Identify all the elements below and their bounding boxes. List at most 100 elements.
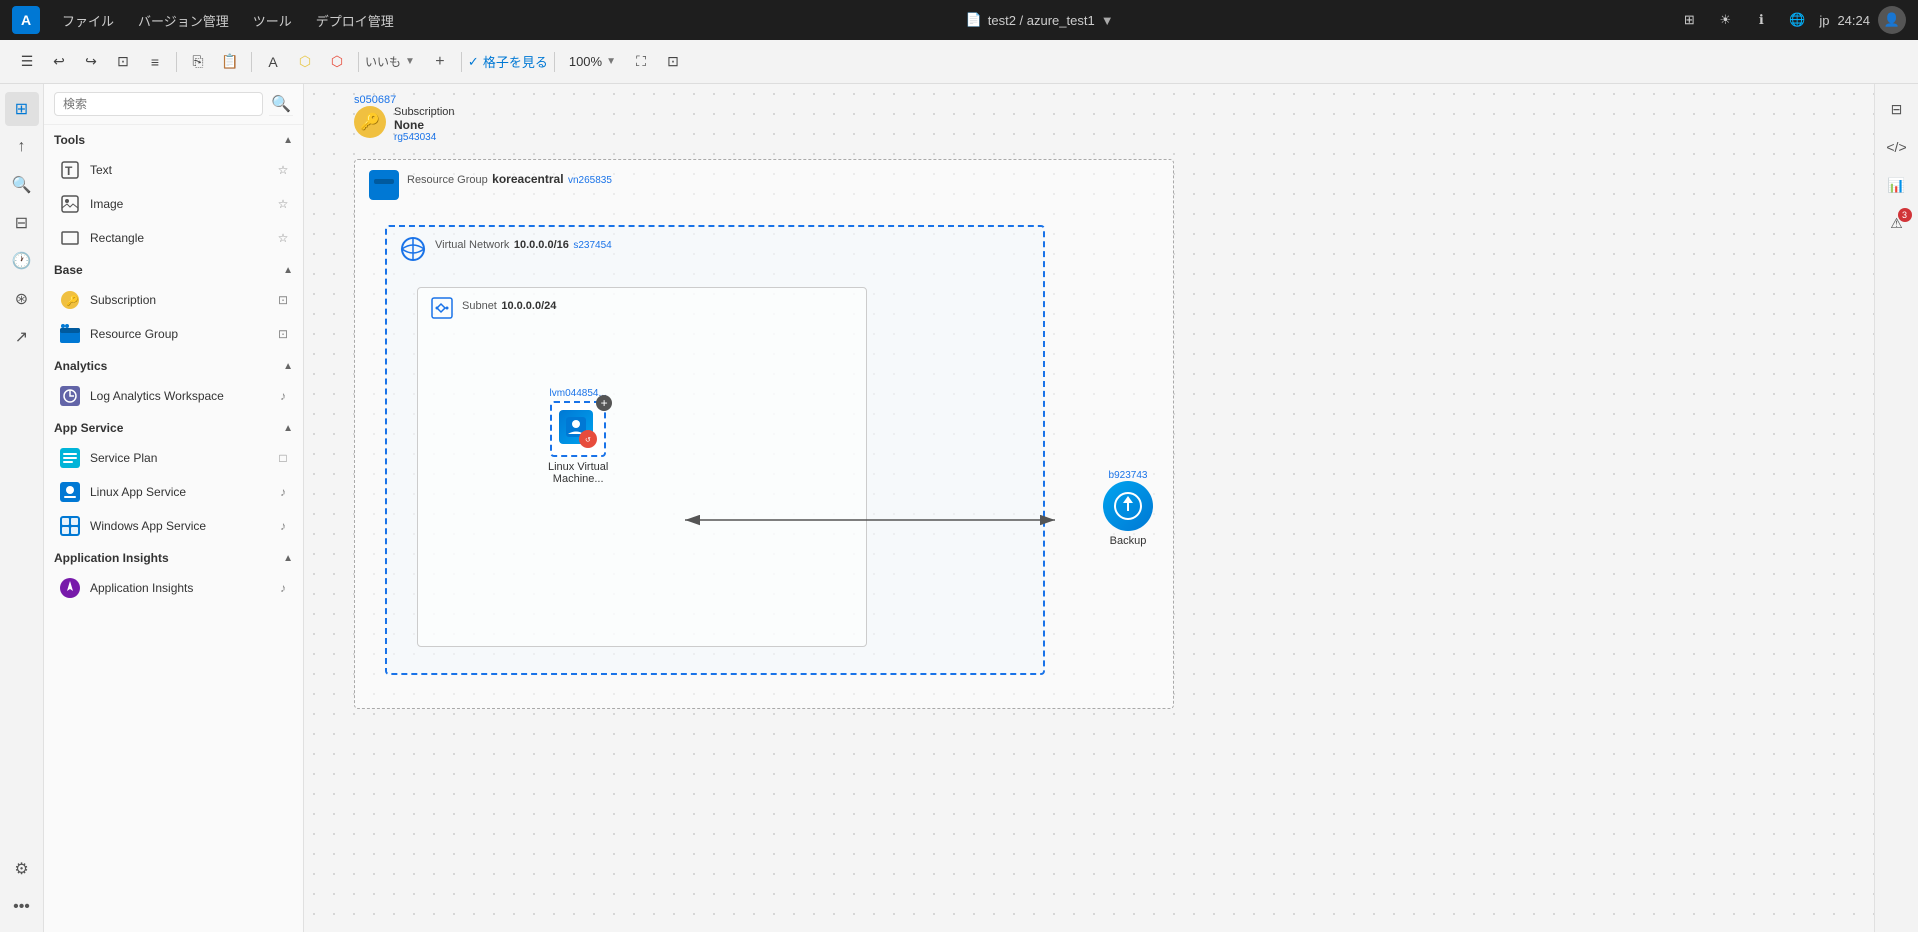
vnet-container[interactable]: Virtual Network 10.0.0.0/16 s237454 bbox=[385, 225, 1045, 675]
search-input[interactable] bbox=[54, 92, 263, 116]
expand-btn[interactable]: ⛶ bbox=[626, 47, 656, 77]
vnet-name: 10.0.0.0/16 bbox=[514, 239, 569, 251]
menu-tools[interactable]: ツール bbox=[243, 7, 302, 34]
subscription-resize[interactable]: ⊡ bbox=[273, 290, 293, 310]
main-container: ⊞ ↑ 🔍 ⊟ 🕐 ⊛ ↗ ⚙ ••• 🔍 Tools ▲ T Text ☆ bbox=[0, 84, 1918, 932]
tool-app-insights[interactable]: Application Insights ♪ bbox=[44, 571, 303, 605]
subscription-label: Subscription bbox=[90, 293, 156, 307]
history-icon[interactable]: 🕐 bbox=[5, 244, 39, 278]
paste-btn[interactable]: 📋 bbox=[215, 47, 245, 77]
upload-icon[interactable]: ↑ bbox=[5, 130, 39, 164]
add-btn[interactable]: + bbox=[425, 47, 455, 77]
text-tool-fav[interactable]: ☆ bbox=[273, 160, 293, 180]
sun-icon[interactable]: ☀ bbox=[1711, 6, 1739, 34]
tool-service-plan[interactable]: Service Plan □ bbox=[44, 441, 303, 475]
dropdown-icon[interactable]: ▼ bbox=[1101, 13, 1114, 28]
log-analytics-label: Log Analytics Workspace bbox=[90, 389, 224, 403]
copy-btn[interactable]: ⎘ bbox=[183, 47, 213, 77]
grid-toggle[interactable]: ✓ 格子を見る bbox=[468, 52, 548, 71]
share-icon[interactable]: ↗ bbox=[5, 320, 39, 354]
tool-text[interactable]: T Text ☆ bbox=[44, 153, 303, 187]
separator-3 bbox=[358, 52, 359, 72]
search-side-icon[interactable]: 🔍 bbox=[5, 168, 39, 202]
vm-node[interactable]: lvm044854... + bbox=[548, 388, 608, 485]
menu-file[interactable]: ファイル bbox=[52, 7, 124, 34]
layers-icon[interactable]: ⊟ bbox=[5, 206, 39, 240]
backup-icon bbox=[1103, 481, 1153, 531]
log-analytics-action[interactable]: ♪ bbox=[273, 386, 293, 406]
base-chevron: ▲ bbox=[283, 265, 293, 276]
menu-deploy[interactable]: デプロイ管理 bbox=[306, 7, 404, 34]
rectangle-tool-fav[interactable]: ☆ bbox=[273, 228, 293, 248]
branch-selector[interactable]: いいも ▼ bbox=[365, 53, 415, 70]
tool-resource-group[interactable]: Resource Group ⊡ bbox=[44, 317, 303, 351]
shape-icon[interactable]: ⊞ bbox=[5, 92, 39, 126]
subnet-container[interactable]: Subnet 10.0.0.0/24 lvm044854... + bbox=[417, 287, 867, 647]
vm-icon-stack: ↺ bbox=[559, 410, 597, 448]
globe-icon[interactable]: 🌐 bbox=[1783, 6, 1811, 34]
split-btn[interactable]: ⊡ bbox=[108, 47, 138, 77]
list-btn[interactable]: ≡ bbox=[140, 47, 170, 77]
app-insights-icon bbox=[58, 576, 82, 600]
tool-linux-app-service[interactable]: Linux App Service ♪ bbox=[44, 475, 303, 509]
linux-app-action[interactable]: ♪ bbox=[273, 482, 293, 502]
zoom-control: 100% ▼ bbox=[561, 54, 624, 69]
settings-icon[interactable]: ⚙ bbox=[5, 852, 39, 886]
erase-btn[interactable]: ⬡ bbox=[322, 47, 352, 77]
right-sidebar-icon[interactable]: ⊟ bbox=[1880, 92, 1914, 126]
base-section-header[interactable]: Base ▲ bbox=[44, 255, 303, 283]
rg-resize[interactable]: ⊡ bbox=[273, 324, 293, 344]
branch-label: いいも bbox=[365, 53, 401, 70]
windows-app-action[interactable]: ♪ bbox=[273, 516, 293, 536]
subscription-icon-diagram: 🔑 bbox=[354, 106, 386, 138]
right-notification-icon[interactable]: ⚠ 3 bbox=[1880, 206, 1914, 240]
backup-node[interactable]: b923743 Backup bbox=[1103, 470, 1153, 547]
zoom-value: 100% bbox=[569, 54, 602, 69]
appinsights-section-header[interactable]: Application Insights ▲ bbox=[44, 543, 303, 571]
undo-btn[interactable]: ↩ bbox=[44, 47, 74, 77]
appservice-section-header[interactable]: App Service ▲ bbox=[44, 413, 303, 441]
redo-btn[interactable]: ↪ bbox=[76, 47, 106, 77]
resource-group-container[interactable]: Resource Group koreacentral vn265835 bbox=[354, 159, 1174, 709]
text-btn[interactable]: A bbox=[258, 47, 288, 77]
tool-windows-app-service[interactable]: Windows App Service ♪ bbox=[44, 509, 303, 543]
tool-rectangle[interactable]: Rectangle ☆ bbox=[44, 221, 303, 255]
connection-icon[interactable]: ⊛ bbox=[5, 282, 39, 316]
appservice-chevron: ▲ bbox=[283, 423, 293, 434]
separator-2 bbox=[251, 52, 252, 72]
vm-label: Linux VirtualMachine... bbox=[548, 461, 608, 485]
fill-btn[interactable]: ⬡ bbox=[290, 47, 320, 77]
clock: 24:24 bbox=[1837, 13, 1870, 28]
layout-icon[interactable]: ⊞ bbox=[1675, 6, 1703, 34]
zoom-fit-btn[interactable]: ⊡ bbox=[658, 47, 688, 77]
check-icon: ✓ bbox=[468, 54, 479, 70]
vm-plus-icon[interactable]: + bbox=[596, 395, 612, 411]
image-tool-fav[interactable]: ☆ bbox=[273, 194, 293, 214]
rg-name: koreacentral bbox=[492, 172, 563, 186]
rg-id: vn265835 bbox=[568, 175, 612, 186]
canvas-area[interactable]: s050687 🔑 Subscription None rg543034 bbox=[304, 84, 1874, 932]
right-code-icon[interactable]: </> bbox=[1880, 130, 1914, 164]
menu-bar: A ファイル バージョン管理 ツール デプロイ管理 📄 test2 / azur… bbox=[0, 0, 1918, 40]
separator-1 bbox=[176, 52, 177, 72]
right-chart-icon[interactable]: 📊 bbox=[1880, 168, 1914, 202]
tool-log-analytics[interactable]: Log Analytics Workspace ♪ bbox=[44, 379, 303, 413]
menu-version[interactable]: バージョン管理 bbox=[128, 7, 239, 34]
svg-text:T: T bbox=[65, 164, 73, 178]
subscription-title: Subscription bbox=[394, 106, 455, 118]
app-insights-action[interactable]: ♪ bbox=[273, 578, 293, 598]
tool-subscription[interactable]: 🔑 Subscription ⊡ bbox=[44, 283, 303, 317]
search-button[interactable]: 🔍 bbox=[269, 92, 293, 116]
analytics-section-header[interactable]: Analytics ▲ bbox=[44, 351, 303, 379]
avatar[interactable]: 👤 bbox=[1878, 6, 1906, 34]
tool-image[interactable]: Image ☆ bbox=[44, 187, 303, 221]
zoom-dropdown-icon[interactable]: ▼ bbox=[606, 56, 616, 67]
more-icon[interactable]: ••• bbox=[5, 890, 39, 924]
analytics-chevron: ▲ bbox=[283, 361, 293, 372]
vm-icon-wrapper[interactable]: + bbox=[550, 401, 606, 457]
sidebar-toggle-btn[interactable]: ☰ bbox=[12, 47, 42, 77]
appinsights-chevron: ▲ bbox=[283, 553, 293, 564]
tools-section-header[interactable]: Tools ▲ bbox=[44, 125, 303, 153]
service-plan-action[interactable]: □ bbox=[273, 448, 293, 468]
info-icon[interactable]: ℹ bbox=[1747, 6, 1775, 34]
